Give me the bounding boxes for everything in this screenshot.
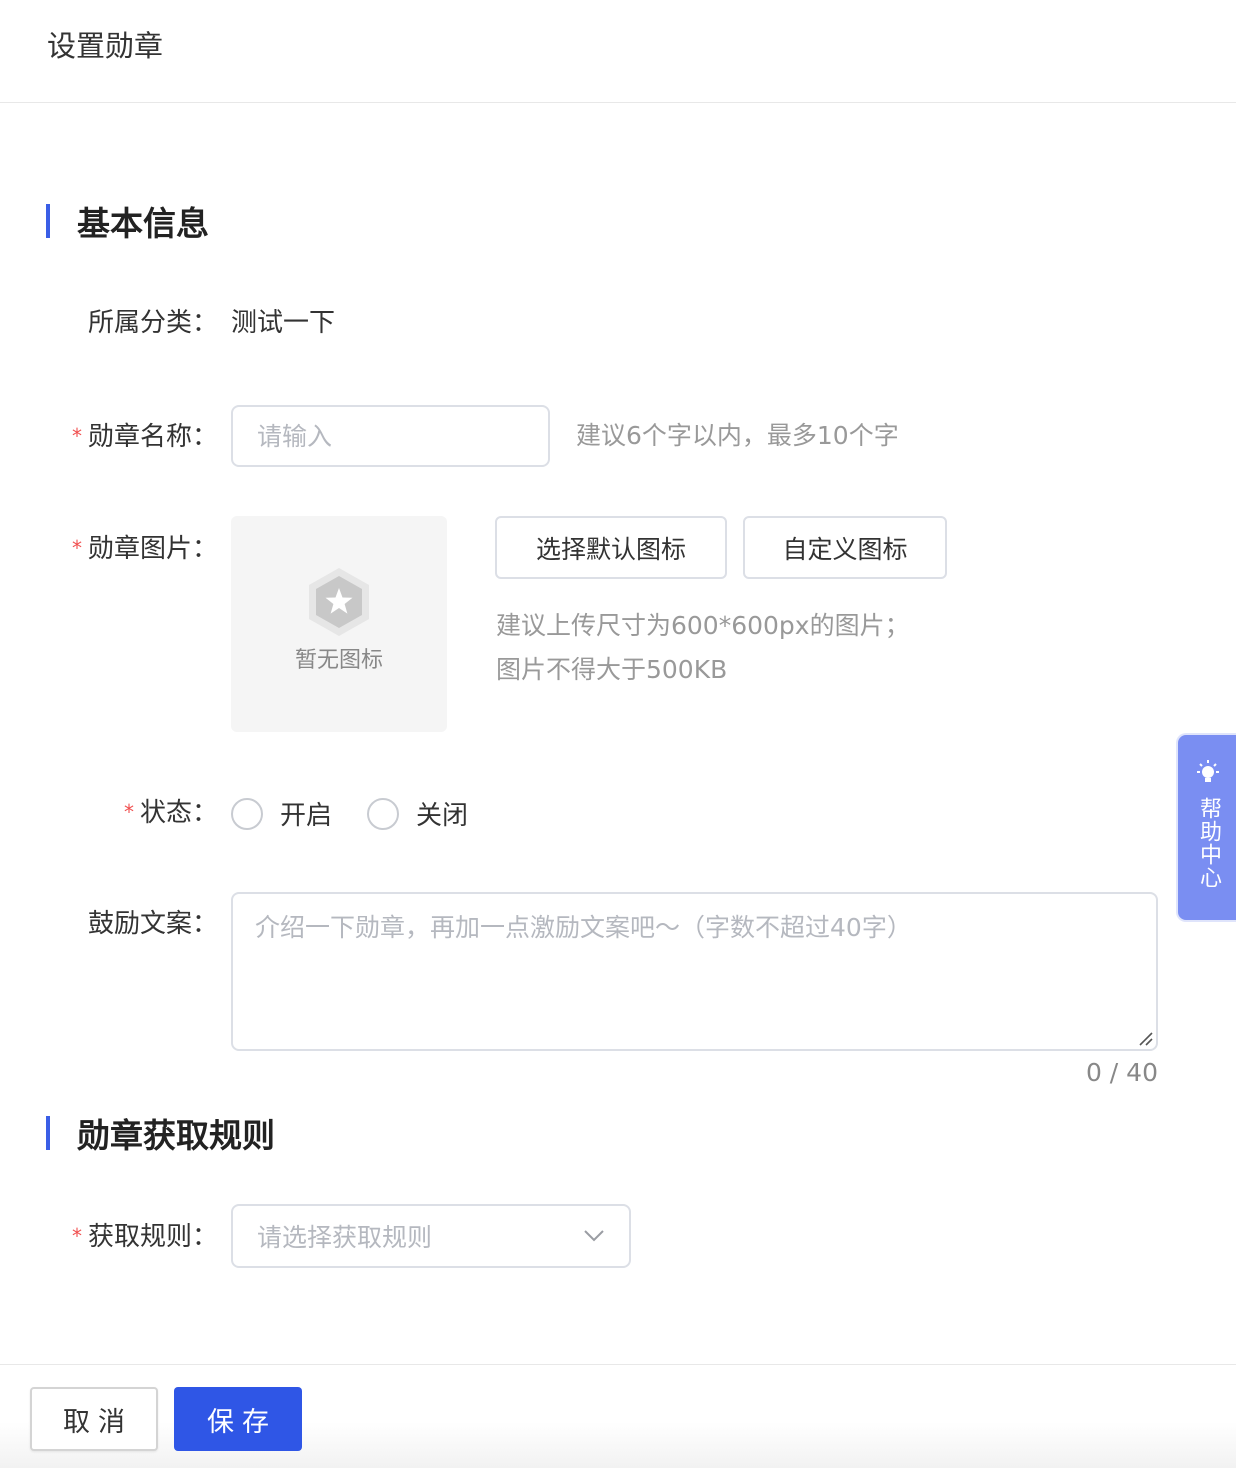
required-mark: * xyxy=(71,424,82,448)
custom-icon-button[interactable]: 自定义图标 xyxy=(743,516,947,579)
status-radio-off[interactable]: 关闭 xyxy=(367,795,468,832)
help-center-label: 帮助中心 xyxy=(1196,797,1221,889)
resize-grip-icon[interactable] xyxy=(1138,1031,1154,1047)
rule-select-placeholder: 请选择获取规则 xyxy=(257,1223,433,1252)
radio-circle[interactable] xyxy=(231,797,263,830)
section-title-basic-info: 基本信息 xyxy=(46,197,209,245)
save-button[interactable]: 保存 xyxy=(174,1387,302,1451)
category-label: 所属分类： xyxy=(87,308,218,338)
badge-empty-text: 暂无图标 xyxy=(294,648,383,673)
badge-name-label: * 勋章名称： xyxy=(71,422,218,452)
section-accent-bar xyxy=(46,1116,50,1150)
category-value: 测试一下 xyxy=(231,308,336,338)
cancel-button[interactable]: 取消 xyxy=(30,1387,158,1451)
required-mark: * xyxy=(71,1224,82,1248)
radio-circle[interactable] xyxy=(367,797,399,830)
char-counter: 0 / 40 xyxy=(1085,1058,1158,1087)
section-title-rules: 勋章获取规则 xyxy=(46,1109,275,1157)
lightbulb-icon xyxy=(1197,760,1219,782)
radio-label: 开启 xyxy=(280,801,333,831)
section-title-text: 基本信息 xyxy=(77,204,209,243)
status-label: * 状态： xyxy=(123,798,218,828)
encouragement-textarea[interactable] xyxy=(231,892,1158,1051)
badge-image-preview: 暂无图标 xyxy=(231,516,447,732)
page-title: 设置勋章 xyxy=(47,29,164,63)
badge-image-hint-size: 建议上传尺寸为600*600px的图片； xyxy=(496,611,910,640)
select-default-icon-button[interactable]: 选择默认图标 xyxy=(495,516,727,579)
required-mark: * xyxy=(123,800,134,824)
section-title-text: 勋章获取规则 xyxy=(77,1116,275,1155)
badge-name-input[interactable] xyxy=(231,405,550,467)
chevron-down-icon xyxy=(584,1230,604,1242)
badge-image-label: * 勋章图片： xyxy=(71,534,218,564)
rule-label: * 获取规则： xyxy=(71,1222,218,1252)
page-header: 设置勋章 xyxy=(0,0,1236,103)
status-radio-on[interactable]: 开启 xyxy=(231,795,332,832)
section-accent-bar xyxy=(46,204,50,238)
rule-select[interactable]: 请选择获取规则 xyxy=(231,1204,631,1268)
hexagon-star-icon xyxy=(309,568,369,636)
badge-name-hint: 建议6个字以内，最多10个字 xyxy=(576,421,899,450)
encouragement-label: 鼓励文案： xyxy=(87,909,218,939)
required-mark: * xyxy=(71,536,82,560)
radio-label: 关闭 xyxy=(416,801,469,831)
footer-bar: 取消 保存 xyxy=(0,1364,1236,1468)
badge-settings-page: 设置勋章 基本信息 所属分类： 测试一下 *勋章名称： 建议6个字以内，最多10… xyxy=(0,0,1236,1468)
badge-image-hint-filesize: 图片不得大于500KB xyxy=(496,655,728,684)
help-center-tab[interactable]: 帮助中心 xyxy=(1176,733,1236,922)
